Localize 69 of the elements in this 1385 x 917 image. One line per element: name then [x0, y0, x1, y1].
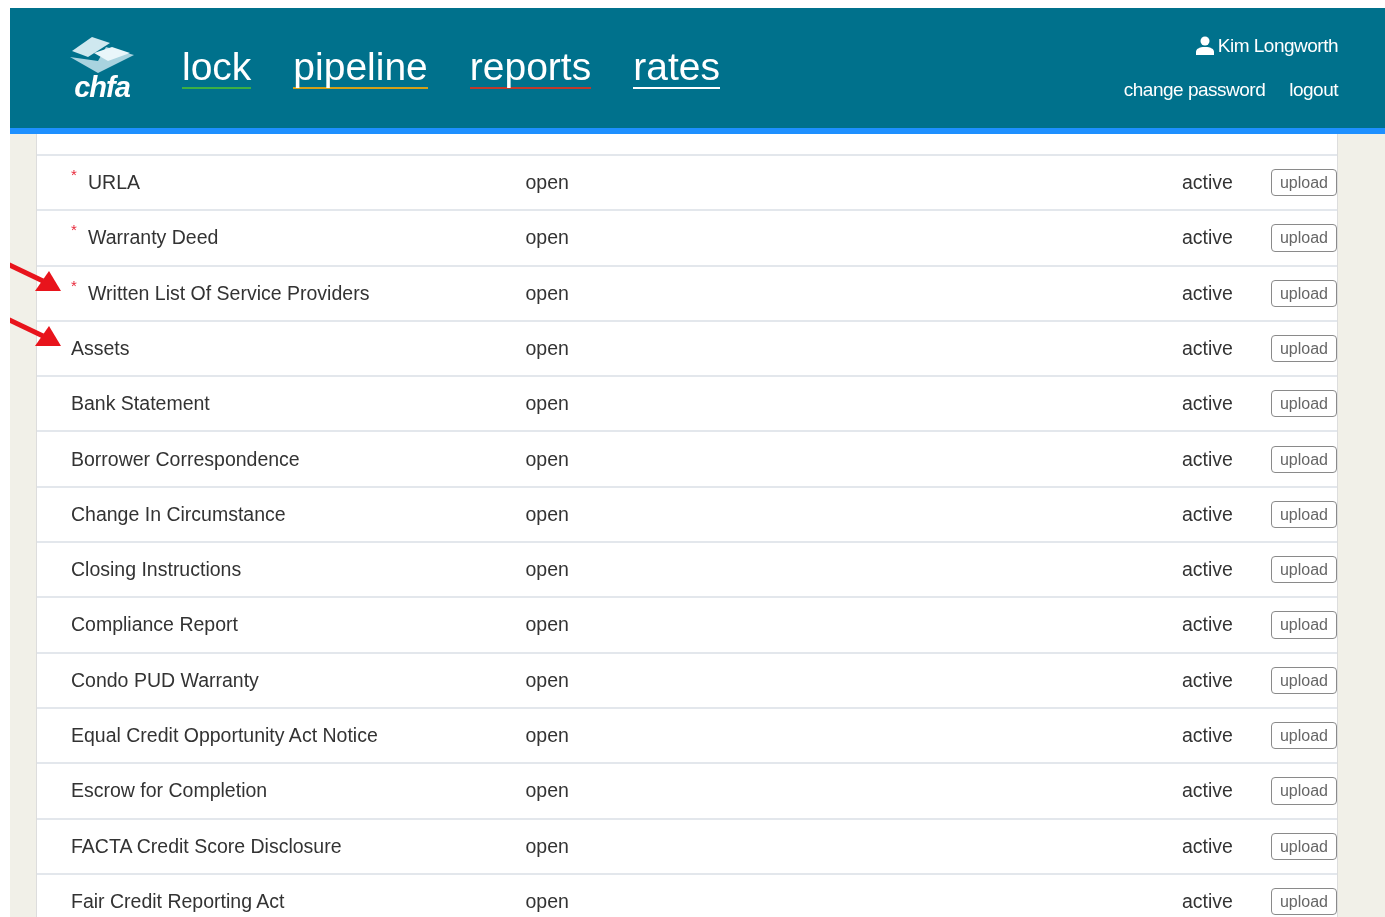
condition-text: open	[525, 778, 570, 804]
condition-text: open	[525, 612, 570, 638]
upload-button[interactable]: upload	[1270, 832, 1337, 860]
nav-link[interactable]: pipeline	[293, 46, 428, 90]
document-name: URLA	[88, 170, 141, 195]
required-asterisk: *	[71, 275, 78, 296]
upload-button[interactable]: upload	[1270, 169, 1337, 197]
status-text: active	[1181, 557, 1233, 583]
upload-button[interactable]: upload	[1270, 334, 1337, 363]
user-icon	[1195, 36, 1214, 56]
document-name: Equal Credit Opportunity Act Notice	[71, 723, 378, 748]
condition-text: open	[525, 280, 570, 306]
status-text: active	[1181, 391, 1233, 417]
upload-button[interactable]: upload	[1270, 666, 1337, 694]
status-text: active	[1181, 723, 1233, 748]
upload-button[interactable]: upload	[1270, 556, 1337, 584]
condition-text: open	[525, 833, 570, 859]
header-link[interactable]: change password	[1123, 76, 1266, 105]
condition-text: open	[525, 888, 570, 914]
condition-text: open	[525, 170, 570, 195]
status-text: active	[1181, 225, 1233, 251]
document-name: Closing Instructions	[71, 557, 242, 583]
header-link[interactable]: logout	[1289, 76, 1338, 105]
required-asterisk: *	[71, 165, 78, 185]
user-name: Kim Longworth	[1217, 33, 1338, 58]
document-name: Bank Statement	[71, 391, 210, 417]
upload-button[interactable]: upload	[1270, 279, 1337, 307]
condition-text: open	[525, 225, 570, 251]
document-name: Compliance Report	[71, 612, 238, 638]
document-name: Assets	[71, 335, 130, 361]
condition-text: open	[525, 446, 570, 472]
condition-text: open	[525, 723, 570, 748]
upload-button[interactable]: upload	[1270, 722, 1337, 750]
status-text: active	[1181, 280, 1233, 306]
upload-button[interactable]: upload	[1270, 611, 1337, 639]
required-asterisk: *	[71, 220, 78, 241]
nav-link[interactable]: lock	[182, 46, 252, 90]
nav-link[interactable]: reports	[469, 46, 592, 90]
upload-button[interactable]: upload	[1270, 500, 1337, 528]
document-name: Written List Of Service Providers	[88, 280, 370, 306]
status-text: active	[1181, 335, 1233, 361]
document-name: Fair Credit Reporting Act	[71, 888, 285, 914]
status-text: active	[1181, 501, 1233, 527]
condition-text: open	[525, 391, 570, 417]
condition-text: open	[525, 335, 570, 361]
document-name: Condo PUD Warranty	[71, 667, 259, 693]
document-name: Borrower Correspondence	[71, 446, 300, 472]
upload-button[interactable]: upload	[1270, 390, 1337, 418]
document-name: Warranty Deed	[88, 225, 219, 251]
condition-text: open	[525, 557, 570, 583]
upload-button[interactable]: upload	[1270, 445, 1337, 473]
document-name: Change In Circumstance	[71, 501, 286, 527]
upload-button[interactable]: upload	[1270, 777, 1337, 805]
status-text: active	[1181, 778, 1233, 804]
status-text: active	[1181, 446, 1233, 472]
status-text: active	[1181, 833, 1233, 859]
logo-icon	[68, 34, 136, 75]
document-name: Escrow for Completion	[71, 778, 268, 804]
status-text: active	[1181, 170, 1233, 195]
status-text: active	[1181, 612, 1233, 638]
condition-text: open	[525, 667, 570, 693]
nav-link[interactable]: rates	[633, 46, 720, 90]
status-text: active	[1181, 667, 1233, 693]
upload-button[interactable]: upload	[1270, 887, 1337, 916]
status-text: active	[1181, 888, 1233, 914]
logo-text: chfa	[74, 72, 130, 102]
upload-button[interactable]: upload	[1270, 224, 1337, 252]
condition-text: open	[525, 501, 570, 527]
document-name: FACTA Credit Score Disclosure	[71, 833, 342, 859]
